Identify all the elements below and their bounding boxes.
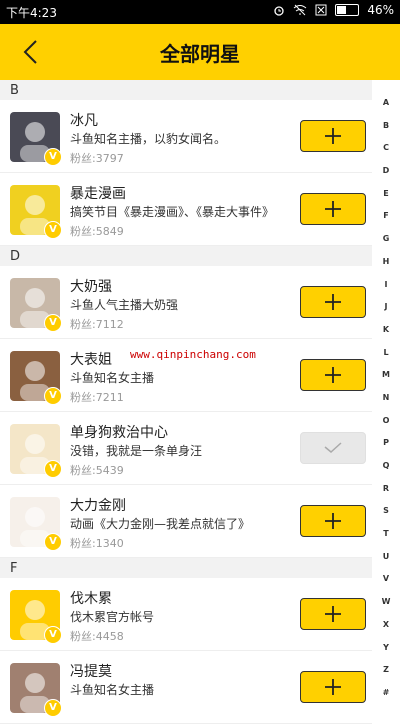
alphabet-index-letter[interactable]: V bbox=[376, 568, 396, 591]
star-name: 冯提莫 bbox=[70, 664, 112, 680]
alphabet-index-letter[interactable]: B bbox=[376, 115, 396, 138]
back-button[interactable] bbox=[12, 32, 48, 72]
star-name: 大力金刚 bbox=[70, 498, 126, 514]
alphabet-index-letter[interactable]: I bbox=[376, 274, 396, 297]
star-description: 动画《大力金刚—我差点就信了》 bbox=[70, 517, 251, 531]
list-item[interactable]: V 伐木累伐木累官方帐号 粉丝:4458 bbox=[0, 578, 372, 651]
alphabet-index-letter[interactable]: K bbox=[376, 319, 396, 342]
fan-count: 粉丝:7112 bbox=[70, 318, 124, 331]
battery-icon bbox=[335, 4, 360, 16]
plus-icon bbox=[325, 367, 341, 383]
alphabet-index-letter[interactable]: R bbox=[376, 478, 396, 501]
followed-button[interactable] bbox=[300, 432, 366, 464]
alphabet-index-letter[interactable]: S bbox=[376, 500, 396, 523]
follow-button[interactable] bbox=[300, 671, 366, 703]
alarm-icon bbox=[274, 6, 284, 16]
alphabet-index-letter[interactable]: P bbox=[376, 432, 396, 455]
plus-icon bbox=[325, 606, 341, 622]
star-list: B V 冰凡斗鱼知名主播，以豹女闻名。 粉丝:3797 V 暴走漫画搞笑节目《暴走漫画》、… bbox=[0, 80, 372, 724]
list-item[interactable]: V 单身狗救治中心没错，我就是一条单身汪 粉丝:5439 bbox=[0, 412, 372, 485]
sim-icon bbox=[315, 4, 327, 16]
status-time: 下午4:23 bbox=[6, 6, 57, 20]
verified-badge-icon: V bbox=[44, 460, 62, 478]
list-item[interactable]: V 冰凡斗鱼知名主播，以豹女闻名。 粉丝:3797 bbox=[0, 100, 372, 173]
star-description: 斗鱼知名女主播 bbox=[70, 683, 155, 697]
alphabet-index-letter[interactable]: # bbox=[376, 682, 396, 705]
follow-button[interactable] bbox=[300, 286, 366, 318]
fan-count: 粉丝:3797 bbox=[70, 152, 124, 165]
star-name: 大表姐 bbox=[70, 352, 112, 368]
section-header-b: B bbox=[0, 80, 372, 100]
alphabet-index-letter[interactable]: E bbox=[376, 183, 396, 206]
list-item[interactable]: V 大力金刚动画《大力金刚—我差点就信了》 粉丝:1340 bbox=[0, 485, 372, 558]
verified-badge-icon: V bbox=[44, 221, 62, 239]
star-description: 斗鱼人气主播大奶强 bbox=[70, 298, 179, 312]
fan-count: 粉丝:5849 bbox=[70, 225, 124, 238]
alphabet-index-letter[interactable]: C bbox=[376, 137, 396, 160]
alphabet-index-letter[interactable]: Z bbox=[376, 659, 396, 682]
follow-button[interactable] bbox=[300, 120, 366, 152]
alphabet-index-letter[interactable]: O bbox=[376, 410, 396, 433]
star-description: 斗鱼知名主播，以豹女闻名。 bbox=[70, 132, 227, 146]
verified-badge-icon: V bbox=[44, 626, 62, 644]
fan-count: 粉丝:4458 bbox=[70, 630, 124, 643]
verified-badge-icon: V bbox=[44, 148, 62, 166]
plus-icon bbox=[325, 128, 341, 144]
star-name: 单身狗救治中心 bbox=[70, 425, 168, 441]
list-item[interactable]: V 冯提莫斗鱼知名女主播 bbox=[0, 651, 372, 724]
star-description: 没错，我就是一条单身汪 bbox=[70, 444, 203, 458]
plus-icon bbox=[325, 513, 341, 529]
star-name: 暴走漫画 bbox=[70, 186, 126, 202]
check-icon bbox=[324, 442, 342, 453]
alphabet-index-letter[interactable]: J bbox=[376, 296, 396, 319]
alphabet-index[interactable]: A B C D E F G H I J K L M N O P Q R S T U V W X Y Z # bbox=[376, 92, 396, 705]
watermark: www.qinpinchang.com bbox=[130, 348, 256, 361]
chevron-left-icon bbox=[23, 40, 37, 64]
fan-count: 粉丝:5439 bbox=[70, 464, 124, 477]
status-bar: 下午4:23 46% bbox=[0, 0, 400, 24]
alphabet-index-letter[interactable]: A bbox=[376, 92, 396, 115]
status-icons: 46% bbox=[273, 3, 394, 17]
app-header: 全部明星 bbox=[0, 24, 400, 80]
section-header-d: D bbox=[0, 246, 372, 266]
alphabet-index-letter[interactable]: W bbox=[376, 591, 396, 614]
follow-button[interactable] bbox=[300, 359, 366, 391]
star-description: 斗鱼知名女主播 bbox=[70, 371, 155, 385]
plus-icon bbox=[325, 679, 341, 695]
alphabet-index-letter[interactable]: F bbox=[376, 205, 396, 228]
alphabet-index-letter[interactable]: N bbox=[376, 387, 396, 410]
follow-button[interactable] bbox=[300, 505, 366, 537]
plus-icon bbox=[325, 201, 341, 217]
alphabet-index-letter[interactable]: M bbox=[376, 364, 396, 387]
alphabet-index-letter[interactable]: X bbox=[376, 614, 396, 637]
verified-badge-icon: V bbox=[44, 699, 62, 717]
alphabet-index-letter[interactable]: G bbox=[376, 228, 396, 251]
follow-button[interactable] bbox=[300, 193, 366, 225]
verified-badge-icon: V bbox=[44, 533, 62, 551]
wifi-off-icon bbox=[294, 4, 307, 16]
alphabet-index-letter[interactable]: Q bbox=[376, 455, 396, 478]
verified-badge-icon: V bbox=[44, 314, 62, 332]
follow-button[interactable] bbox=[300, 598, 366, 630]
star-name: 冰凡 bbox=[70, 113, 98, 129]
alphabet-index-letter[interactable]: L bbox=[376, 342, 396, 365]
verified-badge-icon: V bbox=[44, 387, 62, 405]
star-name: 伐木累 bbox=[70, 591, 112, 607]
alphabet-index-letter[interactable]: D bbox=[376, 160, 396, 183]
alphabet-index-letter[interactable]: T bbox=[376, 523, 396, 546]
plus-icon bbox=[325, 294, 341, 310]
alphabet-index-letter[interactable]: U bbox=[376, 546, 396, 569]
alphabet-index-letter[interactable]: Y bbox=[376, 637, 396, 660]
list-item[interactable]: V 暴走漫画搞笑节目《暴走漫画》、《暴走大事件》 粉丝:5849 bbox=[0, 173, 372, 246]
list-item[interactable]: V 大奶强斗鱼人气主播大奶强 粉丝:7112 bbox=[0, 266, 372, 339]
fan-count: 粉丝:1340 bbox=[70, 537, 124, 550]
battery-level: 46% bbox=[367, 3, 394, 17]
section-header-f: F bbox=[0, 558, 372, 578]
page-title: 全部明星 bbox=[160, 42, 240, 66]
star-description: 搞笑节目《暴走漫画》、《暴走大事件》 bbox=[70, 205, 275, 219]
alphabet-index-letter[interactable]: H bbox=[376, 251, 396, 274]
star-name: 大奶强 bbox=[70, 279, 112, 295]
star-description: 伐木累官方帐号 bbox=[70, 610, 155, 624]
fan-count: 粉丝:7211 bbox=[70, 391, 124, 404]
